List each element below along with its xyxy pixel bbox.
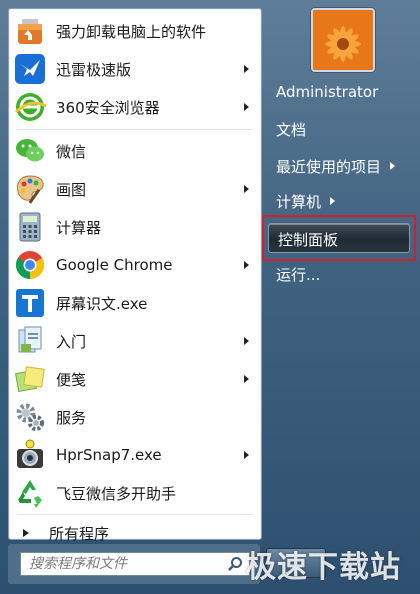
program-item-getting-started[interactable]: 入门	[9, 322, 261, 360]
computer-link[interactable]: 计算机	[276, 191, 336, 212]
recycle-arrows-icon	[13, 476, 47, 510]
documents-label: 文档	[276, 121, 307, 139]
documents-link[interactable]: 文档	[276, 119, 306, 140]
search-box	[20, 552, 250, 576]
program-label: 服务	[56, 408, 87, 427]
recent-items-label: 最近使用的项目	[276, 158, 382, 176]
browser-360-icon	[13, 90, 47, 124]
hypersnap-camera-icon	[13, 438, 47, 472]
user-name-link[interactable]: Administrator	[276, 83, 378, 101]
paint-palette-icon	[13, 172, 47, 206]
control-panel-label: 控制面板	[278, 231, 339, 249]
calculator-icon	[13, 210, 47, 244]
search-icon[interactable]	[227, 556, 243, 572]
text-recognition-icon	[13, 286, 47, 320]
wechat-icon	[13, 134, 47, 168]
program-item-360-browser[interactable]: 360安全浏览器	[9, 88, 261, 126]
program-item-chrome[interactable]: Google Chrome	[9, 246, 261, 284]
program-label: 画图	[56, 180, 87, 199]
uninstaller-box-icon	[13, 14, 47, 48]
program-label: 飞豆微信多开助手	[56, 484, 177, 503]
program-label: Google Chrome	[56, 256, 173, 274]
control-panel-highlight: 控制面板	[262, 215, 416, 261]
program-label: HprSnap7.exe	[56, 446, 162, 464]
program-item-feidou[interactable]: 飞豆微信多开助手	[9, 474, 261, 512]
sticky-notes-icon	[13, 362, 47, 396]
program-item-thunder[interactable]: 迅雷极速版	[9, 50, 261, 88]
submenu-arrow-icon	[244, 185, 249, 193]
program-label: 计算器	[56, 218, 102, 237]
program-item-wechat[interactable]: 微信	[9, 132, 261, 170]
watermark-text: 极速下载站	[246, 550, 401, 585]
getting-started-icon	[13, 324, 47, 358]
program-item-sticky-notes[interactable]: 便笺	[9, 360, 261, 398]
submenu-arrow-icon	[244, 65, 249, 73]
program-label: 屏幕识文.exe	[56, 294, 148, 313]
program-item-services[interactable]: 服务	[9, 398, 261, 436]
program-label: 微信	[56, 142, 87, 161]
submenu-arrow-icon	[244, 261, 249, 269]
services-gear-icon	[13, 400, 47, 434]
control-panel-link[interactable]: 控制面板	[268, 223, 410, 253]
program-item-uninstaller[interactable]: 强力卸载电脑上的软件	[9, 12, 261, 50]
thunder-bird-icon	[13, 52, 47, 86]
programs-panel: 强力卸载电脑上的软件 迅雷极速版 360安全浏览器 微信 画图 计算器 Goog…	[8, 8, 262, 543]
program-label: 迅雷极速版	[56, 60, 132, 79]
program-item-calculator[interactable]: 计算器	[9, 208, 261, 246]
program-label: 入门	[56, 332, 87, 351]
all-programs-label: 所有程序	[49, 524, 110, 543]
program-label: 360安全浏览器	[56, 98, 160, 117]
submenu-arrow-icon	[244, 375, 249, 383]
recent-items-link[interactable]: 最近使用的项目	[276, 156, 396, 177]
submenu-arrow-icon	[330, 197, 336, 205]
program-item-text-recognition[interactable]: 屏幕识文.exe	[9, 284, 261, 322]
program-label: 便笺	[56, 370, 87, 389]
run-link[interactable]: 运行...	[276, 264, 320, 285]
submenu-arrow-icon	[244, 451, 249, 459]
program-item-hypersnap[interactable]: HprSnap7.exe	[9, 436, 261, 474]
submenu-arrow-icon	[390, 162, 396, 170]
run-label: 运行...	[276, 266, 321, 284]
search-input[interactable]	[27, 553, 221, 575]
separator	[17, 129, 253, 130]
user-name-label: Administrator	[276, 83, 379, 101]
submenu-arrow-icon	[244, 103, 249, 111]
program-item-paint[interactable]: 画图	[9, 170, 261, 208]
submenu-arrow-icon	[244, 337, 249, 345]
search-area	[8, 544, 260, 584]
program-label: 强力卸载电脑上的软件	[56, 22, 207, 41]
expand-arrow-icon	[23, 529, 29, 537]
computer-label: 计算机	[276, 193, 322, 211]
start-menu: 强力卸载电脑上的软件 迅雷极速版 360安全浏览器 微信 画图 计算器 Goog…	[0, 0, 420, 594]
separator	[17, 514, 253, 515]
chrome-icon	[13, 248, 47, 282]
user-avatar[interactable]	[311, 8, 375, 72]
